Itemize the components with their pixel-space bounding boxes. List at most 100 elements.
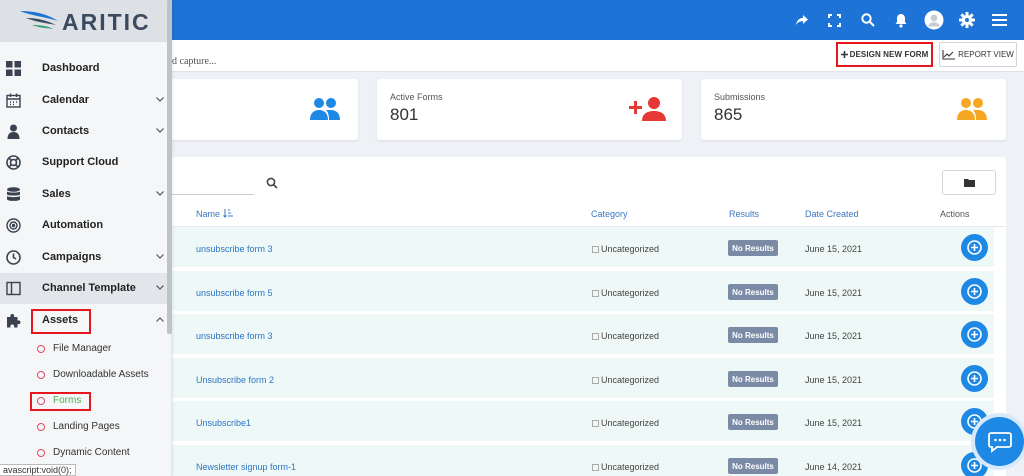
chevron-down-icon [156, 191, 164, 196]
column-header-name[interactable]: Name [196, 209, 233, 219]
sidebar-item-calendar[interactable]: Calendar [0, 85, 167, 116]
stat-label: Submissions [714, 92, 766, 102]
users-icon [957, 98, 987, 120]
sidebar-item-label: Dashboard [42, 62, 100, 74]
plus-circle-icon [967, 284, 982, 299]
sidebar-item-support-cloud[interactable]: Support Cloud [0, 147, 167, 178]
sidebar-item-dashboard[interactable]: Dashboard [0, 53, 167, 84]
results-badge: No Results [728, 284, 778, 300]
share-icon[interactable] [785, 0, 818, 40]
chat-button[interactable] [975, 417, 1024, 466]
checkbox-icon [592, 332, 599, 340]
circle-icon [37, 449, 45, 457]
column-header-category[interactable]: Category [591, 209, 628, 219]
stat-card-submissions: Submissions 865 [701, 79, 1006, 140]
sidebar-item-automation[interactable]: Automation [0, 210, 167, 241]
clock-icon [6, 250, 21, 265]
sidebar-item-label: Contacts [42, 125, 90, 137]
bell-icon[interactable] [884, 0, 917, 40]
sidebar-item-label: Campaigns [42, 251, 102, 263]
add-action-button[interactable] [961, 278, 988, 305]
sidebar-subitem-file-manager[interactable]: File Manager [0, 336, 167, 362]
table-row: unsubscribe form 3 Uncategorized No Resu… [170, 227, 994, 269]
checkbox-icon [592, 463, 599, 471]
sidebar-subitem-label: File Manager [53, 343, 112, 354]
stat-card-total [170, 79, 358, 140]
user-icon [7, 124, 20, 139]
sidebar-scrollbar[interactable] [167, 0, 172, 334]
search-icon[interactable] [266, 177, 278, 189]
plus-circle-icon [967, 240, 982, 255]
category-label: Uncategorized [601, 462, 660, 472]
checkbox-icon [592, 289, 599, 297]
date-cell: June 15, 2021 [805, 375, 863, 385]
plus-circle-icon [967, 371, 982, 386]
lifebuoy-icon [6, 155, 21, 170]
dashboard-icon [6, 61, 21, 76]
plus-circle-icon [967, 327, 982, 342]
table-row: Unsubscribe form 2 Uncategorized No Resu… [170, 358, 994, 400]
design-button-label: DESIGN NEW FORM [849, 50, 929, 59]
add-action-button[interactable] [961, 321, 988, 348]
columns-icon [6, 281, 21, 296]
results-badge: No Results [728, 371, 778, 387]
report-view-button[interactable]: REPORT VIEW [939, 42, 1017, 67]
category-label: Uncategorized [601, 288, 660, 298]
logo-area[interactable]: ARITIC [0, 0, 172, 42]
sidebar-item-label: Sales [42, 188, 71, 200]
circle-icon [37, 371, 45, 379]
stat-label: Active Forms [390, 92, 443, 102]
sidebar-item-channel-template[interactable]: Channel Template [0, 273, 167, 304]
sidebar-item-label: Support Cloud [42, 156, 119, 168]
date-cell: June 15, 2021 [805, 244, 863, 254]
plus-circle-icon [967, 458, 982, 473]
date-cell: June 14, 2021 [805, 462, 863, 472]
form-name-link[interactable]: Unsubscribe1 [196, 418, 251, 428]
sidebar-subitem-label: Dynamic Content [53, 447, 130, 458]
form-name-link[interactable]: Newsletter signup form-1 [196, 462, 296, 472]
sidebar-subitem-label: Downloadable Assets [53, 369, 149, 380]
name-header-label: Name [196, 209, 221, 219]
column-header-results[interactable]: Results [729, 209, 759, 219]
checkbox-icon [592, 376, 599, 384]
column-header-date[interactable]: Date Created [805, 209, 859, 219]
form-name-link[interactable]: Unsubscribe form 2 [196, 375, 274, 385]
folder-button[interactable] [942, 170, 996, 195]
date-cell: June 15, 2021 [805, 288, 863, 298]
form-name-link[interactable]: unsubscribe form 5 [196, 288, 273, 298]
forms-highlight [30, 392, 91, 411]
stat-card-active-forms: Active Forms 801 [377, 79, 682, 140]
search-input[interactable] [170, 194, 254, 195]
design-new-form-button[interactable]: DESIGN NEW FORM [836, 42, 933, 67]
stat-value: 801 [390, 105, 419, 124]
fullscreen-icon[interactable] [818, 0, 851, 40]
results-badge: No Results [728, 414, 778, 430]
report-button-label: REPORT VIEW [958, 50, 1014, 59]
sidebar-item-contacts[interactable]: Contacts [0, 116, 167, 147]
search-icon[interactable] [851, 0, 884, 40]
status-bar: avascript:void(0); [0, 464, 76, 476]
form-name-link[interactable]: unsubscribe form 3 [196, 331, 273, 341]
sidebar-subitem-landing-pages[interactable]: Landing Pages [0, 414, 167, 440]
add-action-button[interactable] [961, 365, 988, 392]
puzzle-icon [7, 314, 21, 328]
menu-icon[interactable] [983, 0, 1016, 40]
chevron-down-icon [156, 97, 164, 102]
avatar-icon[interactable] [917, 0, 950, 40]
chevron-down-icon [156, 285, 164, 290]
category-cell: Uncategorized [592, 244, 659, 254]
sidebar-subitem-downloadable-assets[interactable]: Downloadable Assets [0, 362, 167, 388]
calendar-icon [6, 93, 21, 108]
sidebar-item-campaigns[interactable]: Campaigns [0, 242, 167, 273]
add-action-button[interactable] [961, 234, 988, 261]
logo-text: ARITIC [62, 9, 151, 35]
checkbox-icon [592, 245, 599, 253]
sidebar-subitem-dynamic-content[interactable]: Dynamic Content [0, 440, 167, 466]
date-cell: June 15, 2021 [805, 418, 863, 428]
folder-icon [963, 179, 975, 187]
sidebar-subitem-label: Landing Pages [53, 421, 120, 432]
gear-icon[interactable] [950, 0, 983, 40]
results-badge: No Results [728, 458, 778, 474]
form-name-link[interactable]: unsubscribe form 3 [196, 244, 273, 254]
sidebar-item-sales[interactable]: Sales [0, 179, 167, 210]
